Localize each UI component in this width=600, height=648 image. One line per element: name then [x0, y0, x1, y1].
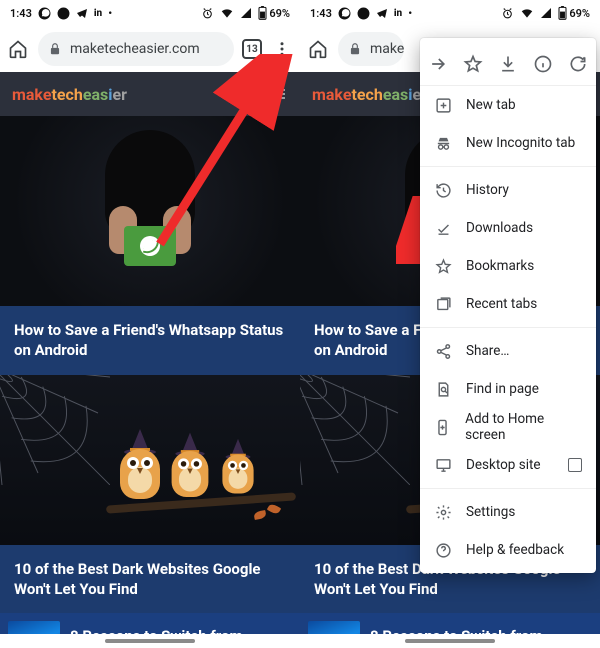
article-1-title[interactable]: How to Save a Friend's Whatsapp Status o… [0, 306, 300, 375]
add-homescreen-icon [434, 418, 451, 436]
signal-icon [540, 7, 552, 19]
download-icon[interactable] [497, 53, 519, 75]
menu-label: Share… [466, 343, 509, 359]
battery-pct: 69% [269, 7, 290, 20]
menu-share[interactable]: Share… [420, 332, 596, 370]
battery-pct: 69% [569, 7, 590, 20]
menu-label: Desktop site [466, 457, 541, 473]
gear-icon [434, 503, 452, 521]
battery-indicator: 69% [258, 6, 290, 20]
more-notif-icon: • [408, 7, 412, 20]
whatsapp-icon [38, 7, 51, 20]
whatsapp-phone-graphic [124, 226, 176, 266]
desktop-site-checkbox[interactable] [568, 458, 582, 472]
forward-icon[interactable] [427, 53, 449, 75]
menu-find-in-page[interactable]: Find in page [420, 370, 596, 408]
more-notif-icon: • [108, 7, 112, 20]
menu-label: Recent tabs [466, 296, 537, 312]
tab-count: 13 [246, 44, 257, 55]
home-icon[interactable] [306, 37, 330, 61]
lock-icon [48, 42, 62, 56]
star-icon[interactable] [462, 53, 484, 75]
share-icon [434, 342, 452, 360]
desktop-icon [434, 456, 452, 474]
menu-label: New Incognito tab [466, 135, 575, 151]
status-bar: 1:43 in • 69% [0, 0, 300, 26]
site-topbar: maketecheasier [0, 72, 300, 116]
omnibox-row: maketecheasier.com 13 [0, 26, 300, 72]
history-icon [434, 181, 452, 199]
spiderweb-graphic [0, 375, 110, 485]
gesture-nav-bar [0, 634, 300, 648]
menu-label: History [466, 182, 509, 198]
messenger-icon [57, 7, 70, 20]
battery-indicator: 69% [558, 6, 590, 20]
site-menu-icon[interactable] [270, 86, 288, 103]
url-text: maketecheasier.com [70, 41, 200, 57]
menu-label: Help & feedback [466, 542, 564, 558]
menu-new-tab[interactable]: New tab [420, 86, 596, 124]
gesture-nav-bar [300, 634, 600, 648]
lock-icon [348, 42, 362, 56]
site-search-icon[interactable] [239, 86, 256, 103]
download-done-icon [434, 219, 452, 237]
home-icon[interactable] [6, 37, 30, 61]
phone-left: 1:43 in • 69% maketecheasier.com [0, 0, 300, 648]
incognito-icon [434, 134, 452, 152]
menu-bookmarks[interactable]: Bookmarks [420, 247, 596, 285]
status-bar: 1:43 in • 69% [300, 0, 600, 26]
overflow-menu-button[interactable] [270, 37, 294, 61]
menu-label: Find in page [466, 381, 539, 397]
status-time: 1:43 [310, 7, 332, 20]
menu-incognito[interactable]: New Incognito tab [420, 124, 596, 162]
wifi-icon [520, 7, 534, 19]
linkedin-icon: in [94, 8, 102, 19]
menu-add-homescreen[interactable]: Add to Home screen [420, 408, 596, 446]
status-time: 1:43 [10, 7, 32, 20]
recent-tabs-icon [434, 295, 452, 313]
star-icon [434, 257, 452, 275]
linkedin-icon: in [394, 8, 402, 19]
article-1-image[interactable] [0, 116, 300, 306]
info-icon[interactable] [532, 53, 554, 75]
find-in-page-icon [434, 380, 452, 398]
menu-icon-row [420, 42, 596, 86]
article-2-title[interactable]: 10 of the Best Dark Websites Google Won'… [0, 545, 300, 614]
wifi-icon [220, 7, 234, 19]
alarm-icon [201, 7, 214, 20]
reload-icon[interactable] [567, 53, 589, 75]
messenger-icon [357, 7, 370, 20]
overflow-menu: New tab New Incognito tab History Downlo… [420, 38, 596, 573]
article-2-image[interactable] [0, 375, 300, 545]
menu-label: Add to Home screen [465, 411, 582, 443]
url-text: maket [370, 41, 404, 57]
alarm-icon [501, 7, 514, 20]
whatsapp-icon [338, 7, 351, 20]
menu-settings[interactable]: Settings [420, 493, 596, 531]
menu-help[interactable]: Help & feedback [420, 531, 596, 569]
menu-label: Bookmarks [466, 258, 534, 274]
webpage-viewport[interactable]: maketecheasier How to Save a Friend's Wh… [0, 72, 300, 648]
telegram-icon [76, 7, 88, 19]
owls-graphic [116, 407, 276, 517]
signal-icon [240, 7, 252, 19]
tab-switcher[interactable]: 13 [242, 39, 262, 59]
url-bar[interactable]: maketecheasier.com [38, 32, 234, 66]
menu-label: Downloads [466, 220, 533, 236]
menu-history[interactable]: History [420, 171, 596, 209]
menu-recent-tabs[interactable]: Recent tabs [420, 285, 596, 323]
site-logo[interactable]: maketecheasier [12, 85, 127, 104]
plus-box-icon [434, 96, 452, 114]
help-icon [434, 541, 452, 559]
telegram-icon [376, 7, 388, 19]
menu-downloads[interactable]: Downloads [420, 209, 596, 247]
url-bar[interactable]: maket [338, 32, 404, 66]
phone-right: 1:43 in • 69% maket [300, 0, 600, 648]
menu-desktop-site[interactable]: Desktop site [420, 446, 596, 484]
menu-label: Settings [466, 504, 515, 520]
site-logo[interactable]: maketecheasier [312, 85, 427, 104]
menu-label: New tab [466, 97, 516, 113]
